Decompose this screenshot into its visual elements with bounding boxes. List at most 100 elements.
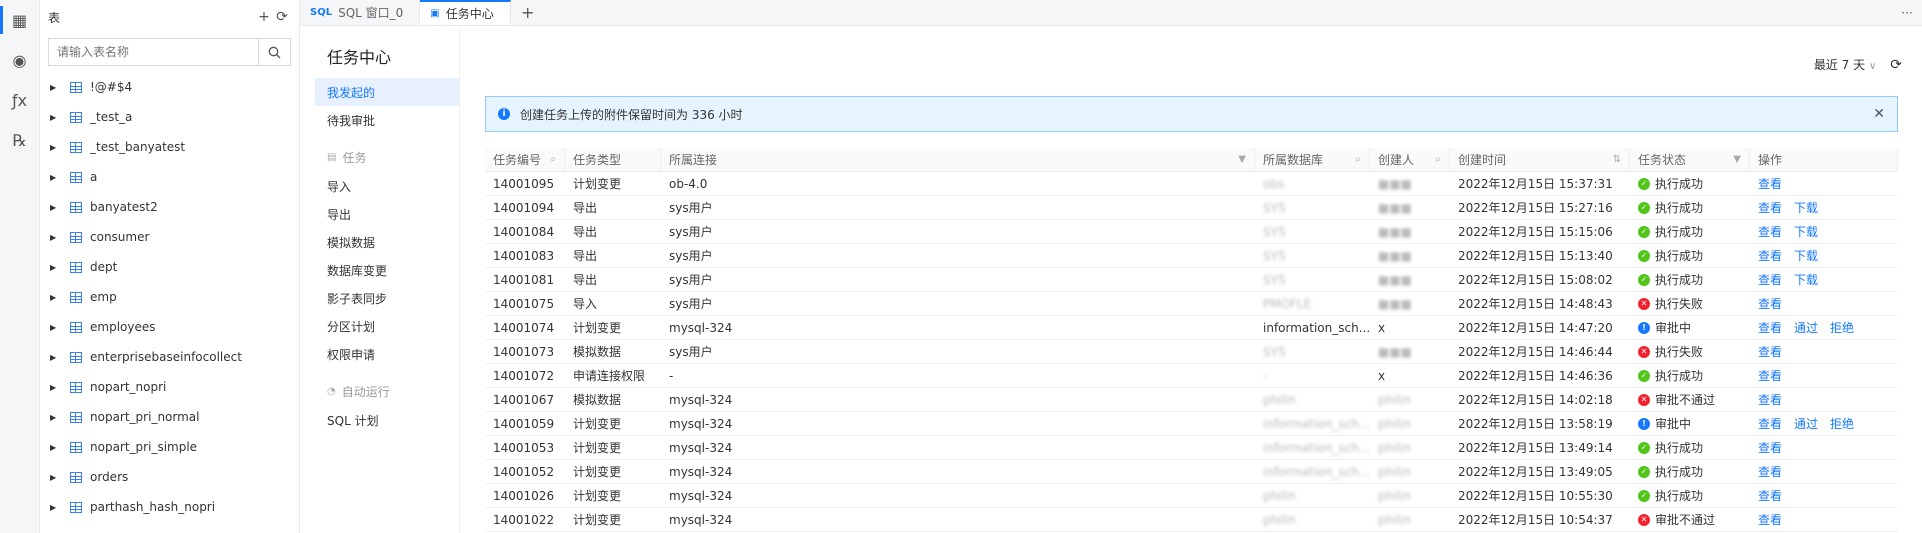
action-link[interactable]: 查看: [1758, 223, 1782, 240]
nav-item[interactable]: 待我审批: [315, 106, 459, 134]
table-search-input[interactable]: [49, 39, 258, 65]
action-link[interactable]: 查看: [1758, 199, 1782, 216]
nav-item[interactable]: 导出: [315, 200, 459, 228]
table-row[interactable]: 14001059 计划变更 mysql-324 information_sch... p…: [485, 412, 1898, 436]
action-link[interactable]: 查看: [1758, 319, 1782, 336]
table-row[interactable]: 14001053 计划变更 mysql-324 information_sch... p…: [485, 436, 1898, 460]
nav-item[interactable]: 权限申请: [315, 340, 459, 368]
search-icon[interactable]: ⌕: [1355, 154, 1361, 165]
action-link[interactable]: 查看: [1758, 343, 1782, 360]
caret-right-icon[interactable]: ▶: [50, 443, 64, 452]
search-icon[interactable]: ⌕: [550, 154, 556, 165]
action-link[interactable]: 下载: [1794, 271, 1818, 288]
refresh-icon[interactable]: ⟳: [1890, 57, 1902, 73]
tree-item[interactable]: ▶ !@#$4: [40, 72, 299, 102]
caret-right-icon[interactable]: ▶: [50, 173, 64, 182]
add-tab-button[interactable]: +: [511, 0, 545, 25]
nav-item[interactable]: 数据库变更: [315, 256, 459, 284]
table-row[interactable]: 14001052 计划变更 mysql-324 information_sch... p…: [485, 460, 1898, 484]
action-link[interactable]: 查看: [1758, 247, 1782, 264]
action-link[interactable]: 查看: [1758, 487, 1782, 504]
action-link[interactable]: 下载: [1794, 247, 1818, 264]
action-link[interactable]: 拒绝: [1830, 319, 1854, 336]
nav-item[interactable]: 导入: [315, 172, 459, 200]
add-icon[interactable]: +: [255, 9, 273, 25]
time-range-select[interactable]: 最近 7 天 ∨: [1814, 56, 1876, 73]
action-link[interactable]: 查看: [1758, 175, 1782, 192]
action-link[interactable]: 通过: [1794, 415, 1818, 432]
tree-item[interactable]: ▶ dept: [40, 252, 299, 282]
table-row[interactable]: 14001081 导出 sys用户 SYS ■■■ 2022年12月15日 15:08:0…: [485, 268, 1898, 292]
nav-item[interactable]: SQL 计划: [315, 406, 459, 434]
sort-icon[interactable]: ⇅: [1613, 154, 1621, 165]
nav-item[interactable]: 分区计划: [315, 312, 459, 340]
activity-item[interactable]: ℞: [0, 120, 39, 160]
action-link[interactable]: 查看: [1758, 367, 1782, 384]
table-row[interactable]: 14001067 模拟数据 mysql-324 philin philin 2022年12…: [485, 388, 1898, 412]
tree-item[interactable]: ▶ _test_banyatest: [40, 132, 299, 162]
caret-right-icon[interactable]: ▶: [50, 263, 64, 272]
action-link[interactable]: 查看: [1758, 295, 1782, 312]
tree-item[interactable]: ▶ nopart_nopri: [40, 372, 299, 402]
tree-item[interactable]: ▶ employees: [40, 312, 299, 342]
header-created-time[interactable]: 创建时间 ⇅: [1450, 148, 1630, 171]
nav-item[interactable]: 影子表同步: [315, 284, 459, 312]
tree-item[interactable]: ▶ banyatest2: [40, 192, 299, 222]
table-row[interactable]: 14001074 计划变更 mysql-324 information_sch... x…: [485, 316, 1898, 340]
tree-item[interactable]: ▶ _test_a: [40, 102, 299, 132]
activity-item[interactable]: ƒx: [0, 80, 39, 120]
table-row[interactable]: 14001084 导出 sys用户 SYS ■■■ 2022年12月15日 15:15:0…: [485, 220, 1898, 244]
nav-item[interactable]: 模拟数据: [315, 228, 459, 256]
caret-right-icon[interactable]: ▶: [50, 203, 64, 212]
caret-right-icon[interactable]: ▶: [50, 83, 64, 92]
close-icon[interactable]: ✕: [1873, 106, 1885, 122]
filter-icon[interactable]: ▼: [1238, 154, 1246, 165]
table-row[interactable]: 14001095 计划变更 ob-4.0 obs ■■■ 2022年12月15日 15:3…: [485, 172, 1898, 196]
tree-item[interactable]: ▶ nopart_pri_simple: [40, 432, 299, 462]
caret-right-icon[interactable]: ▶: [50, 383, 64, 392]
header-task-id[interactable]: 任务编号 ⌕: [485, 148, 565, 171]
activity-item[interactable]: ◉: [0, 40, 39, 80]
caret-right-icon[interactable]: ▶: [50, 113, 64, 122]
caret-right-icon[interactable]: ▶: [50, 353, 64, 362]
tree-item[interactable]: ▶ parthash_hash_nopri: [40, 492, 299, 522]
table-row[interactable]: 14001073 模拟数据 sys用户 SYS ■■■ 2022年12月15日 14:46…: [485, 340, 1898, 364]
tree-item[interactable]: ▶ emp: [40, 282, 299, 312]
action-link[interactable]: 通过: [1794, 319, 1818, 336]
tree-item[interactable]: ▶ enterprisebaseinfocollect: [40, 342, 299, 372]
caret-right-icon[interactable]: ▶: [50, 293, 64, 302]
action-link[interactable]: 查看: [1758, 511, 1782, 528]
table-row[interactable]: 14001072 申请连接权限 - - x 2022年12月15日 14:46:36 ✓ 执行…: [485, 364, 1898, 388]
action-link[interactable]: 查看: [1758, 439, 1782, 456]
tab-task-center[interactable]: ▣ 任务中心: [420, 0, 511, 25]
tree-item[interactable]: ▶ nopart_pri_normal: [40, 402, 299, 432]
caret-right-icon[interactable]: ▶: [50, 473, 64, 482]
tree-item[interactable]: ▶ a: [40, 162, 299, 192]
tree-item[interactable]: ▶ consumer: [40, 222, 299, 252]
caret-right-icon[interactable]: ▶: [50, 503, 64, 512]
search-button[interactable]: [258, 39, 290, 65]
table-row[interactable]: 14001022 计划变更 mysql-324 philin philin 2022年12…: [485, 508, 1898, 532]
activity-item[interactable]: ▦: [0, 0, 39, 40]
action-link[interactable]: 拒绝: [1830, 415, 1854, 432]
nav-item[interactable]: 我发起的: [315, 78, 459, 106]
table-row[interactable]: 14001094 导出 sys用户 SYS ■■■ 2022年12月15日 15:27:1…: [485, 196, 1898, 220]
tree-item[interactable]: ▶ orders: [40, 462, 299, 492]
table-row[interactable]: 14001083 导出 sys用户 SYS ■■■ 2022年12月15日 15:13:4…: [485, 244, 1898, 268]
search-icon[interactable]: ⌕: [1435, 154, 1441, 165]
refresh-icon[interactable]: ⟳: [273, 9, 291, 25]
action-link[interactable]: 下载: [1794, 223, 1818, 240]
filter-icon[interactable]: ▼: [1733, 154, 1741, 165]
action-link[interactable]: 查看: [1758, 391, 1782, 408]
action-link[interactable]: 查看: [1758, 271, 1782, 288]
caret-right-icon[interactable]: ▶: [50, 143, 64, 152]
action-link[interactable]: 查看: [1758, 415, 1782, 432]
action-link[interactable]: 下载: [1794, 199, 1818, 216]
tab-sql-window[interactable]: SQL SQL 窗口_0: [300, 0, 421, 25]
caret-right-icon[interactable]: ▶: [50, 233, 64, 242]
caret-right-icon[interactable]: ▶: [50, 413, 64, 422]
table-row[interactable]: 14001075 导入 sys用户 PMOFLE ■■■ 2022年12月15日 14:4…: [485, 292, 1898, 316]
table-row[interactable]: 14001026 计划变更 mysql-324 philin philin 2022年12…: [485, 484, 1898, 508]
caret-right-icon[interactable]: ▶: [50, 323, 64, 332]
action-link[interactable]: 查看: [1758, 463, 1782, 480]
